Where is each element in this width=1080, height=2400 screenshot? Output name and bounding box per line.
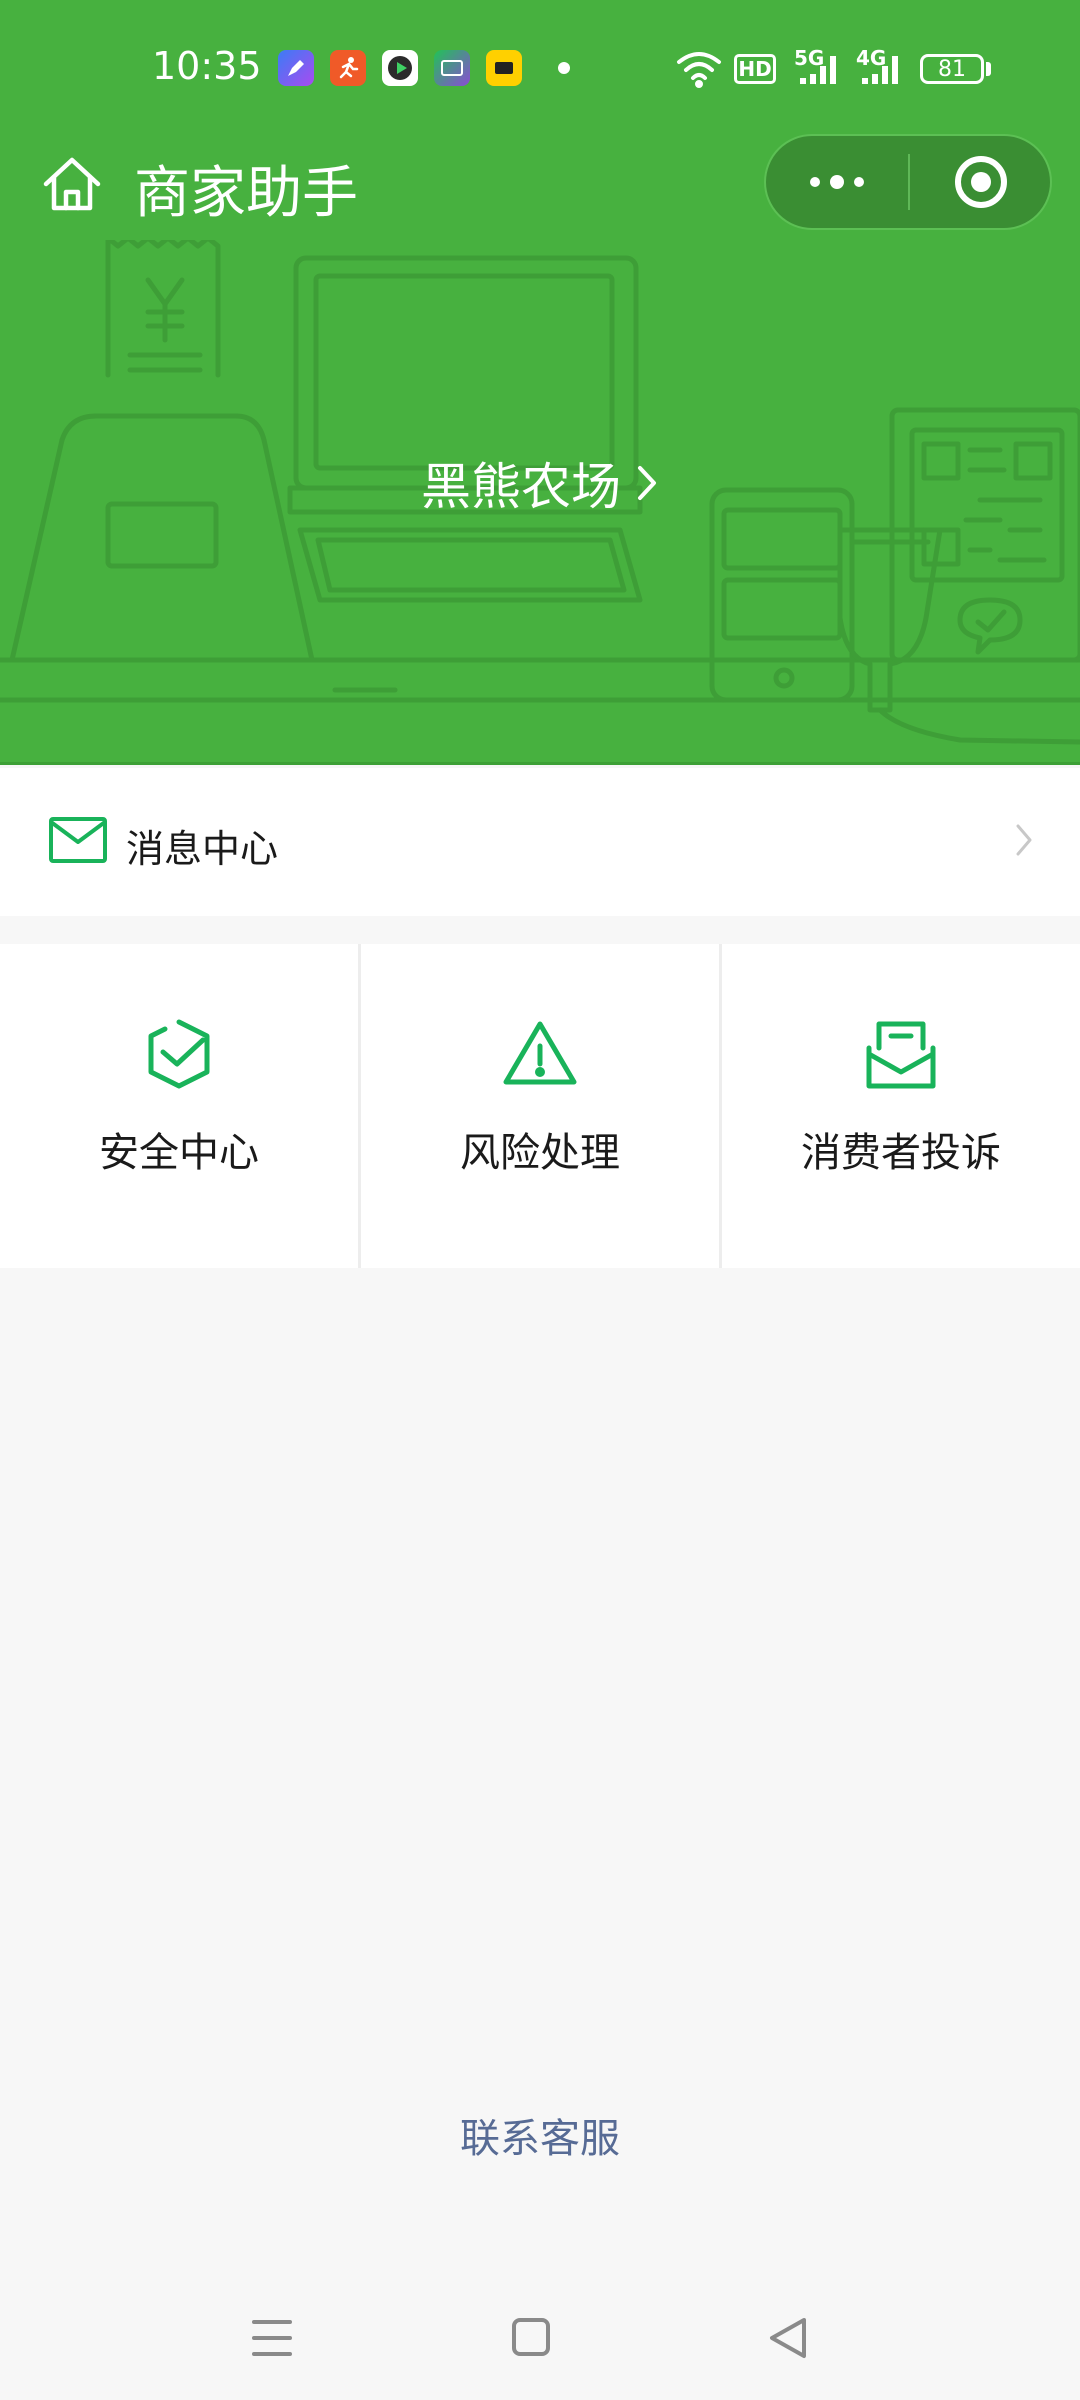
status-time: 10:35 xyxy=(152,44,262,88)
status-bar: 10:35 HD 5G 4G 81 xyxy=(0,0,1080,140)
back-triangle-icon[interactable] xyxy=(758,2308,818,2368)
more-dots-icon xyxy=(810,175,864,189)
message-center-row[interactable]: 消息中心 xyxy=(0,768,1080,916)
feature-grid: 安全中心 风险处理 消费者投诉 xyxy=(0,944,1080,1268)
notification-dot-icon xyxy=(558,62,570,74)
battery-icon: 81 xyxy=(920,54,984,84)
pen-app-icon xyxy=(278,50,314,86)
close-circle-icon xyxy=(955,156,1007,208)
system-navigation-bar xyxy=(0,2290,1080,2380)
battery-level: 81 xyxy=(938,56,966,82)
store-name: 黑熊农场 xyxy=(421,458,621,516)
page-title: 商家助手 xyxy=(134,161,358,226)
consumer-complaint-button[interactable]: 消费者投诉 xyxy=(722,944,1080,1268)
iqiyi-app-icon xyxy=(434,50,470,86)
risk-handling-label: 风险处理 xyxy=(460,1130,620,1176)
warning-triangle-icon xyxy=(503,1021,577,1085)
meituan-app-icon xyxy=(486,50,522,86)
running-app-icon xyxy=(330,50,366,86)
message-center-label: 消息中心 xyxy=(126,827,279,871)
contact-service-link[interactable]: 联系客服 xyxy=(0,2106,1080,2166)
merchant-assistant-page: 10:35 HD 5G 4G 81 商家助手 黑熊农场 消息中心 安全中心 风险… xyxy=(0,0,1080,2400)
risk-handling-button[interactable]: 风险处理 xyxy=(361,944,722,1268)
security-center-label: 安全中心 xyxy=(99,1130,259,1176)
store-name-link[interactable]: 黑熊农场 xyxy=(0,448,1080,518)
hd-badge: HD xyxy=(734,54,776,84)
complaint-envelope-icon xyxy=(866,1021,936,1089)
security-center-button[interactable]: 安全中心 xyxy=(0,944,361,1268)
close-button[interactable] xyxy=(910,136,1052,228)
shield-check-icon xyxy=(148,1019,210,1089)
home-icon[interactable] xyxy=(40,152,104,216)
chevron-right-icon xyxy=(638,466,656,500)
header-banner: 10:35 HD 5G 4G 81 商家助手 黑熊农场 xyxy=(0,0,1080,765)
mail-icon xyxy=(49,817,107,863)
more-button[interactable] xyxy=(766,136,908,228)
signal-5g-icon xyxy=(800,56,836,84)
menu-icon[interactable] xyxy=(242,2308,302,2368)
chevron-right-icon xyxy=(1016,824,1032,856)
signal-4g-icon xyxy=(862,56,898,84)
mini-program-capsule xyxy=(764,134,1052,230)
consumer-complaint-label: 消费者投诉 xyxy=(801,1130,1001,1176)
home-square-icon[interactable] xyxy=(500,2308,560,2368)
battery-tip xyxy=(986,62,991,76)
video-play-app-icon xyxy=(382,50,418,86)
wifi-icon xyxy=(677,52,721,88)
